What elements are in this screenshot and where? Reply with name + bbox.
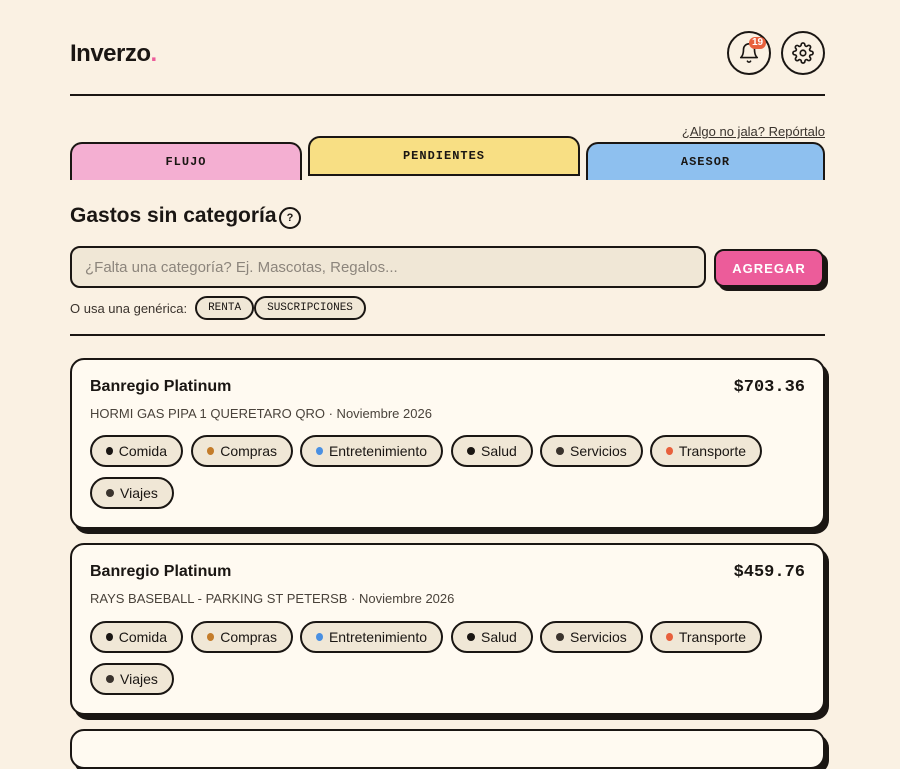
category-color-dot (106, 489, 114, 497)
category-color-dot (207, 633, 215, 641)
category-color-dot (316, 633, 323, 641)
new-category-input[interactable] (70, 246, 706, 288)
category-chip-entretenimiento[interactable]: Entretenimiento (300, 435, 443, 467)
notifications-button[interactable]: 19 (727, 31, 771, 75)
transaction-description: RAYS BASEBALL - PARKING ST PETERSB · Nov… (90, 591, 455, 606)
app-logo[interactable]: Inverzo. (70, 40, 157, 68)
settings-button[interactable] (781, 31, 825, 75)
transaction-amount: $459.76 (733, 563, 805, 582)
tab-pendientes[interactable]: PENDIENTES (308, 136, 580, 176)
category-chip-entretenimiento[interactable]: Entretenimiento (300, 621, 443, 653)
transaction-card (70, 729, 825, 769)
category-color-dot (207, 447, 215, 455)
category-chip-compras[interactable]: Compras (191, 621, 293, 653)
category-chip-viajes[interactable]: Viajes (90, 663, 174, 695)
category-color-dot (556, 633, 564, 641)
category-chip-servicios[interactable]: Servicios (540, 621, 643, 653)
category-color-dot (106, 447, 113, 455)
gear-icon (792, 42, 814, 64)
category-chip-transporte[interactable]: Transporte (650, 435, 762, 467)
add-category-button[interactable]: AGREGAR (714, 249, 824, 287)
section-title: Gastos sin categoría (70, 204, 277, 227)
transaction-description: HORMI GAS PIPA 1 QUERETARO QRO · Noviemb… (90, 406, 432, 421)
app-header: Inverzo. 19 (70, 28, 825, 96)
category-chip-transporte[interactable]: Transporte (650, 621, 762, 653)
transaction-card: Banregio Platinum $459.76 RAYS BASEBALL … (70, 543, 825, 715)
divider (70, 334, 825, 336)
tab-flujo[interactable]: FLUJO (70, 142, 302, 180)
generic-categories-row: O usa una genérica: RENTA SUSCRIPCIONES (70, 296, 366, 320)
category-color-dot (556, 447, 564, 455)
category-color-dot (467, 447, 475, 455)
category-chip-salud[interactable]: Salud (451, 621, 533, 653)
category-color-dot (666, 447, 673, 455)
category-color-dot (106, 633, 113, 641)
generic-option-suscripciones[interactable]: SUSCRIPCIONES (254, 296, 366, 320)
tab-asesor[interactable]: ASESOR (586, 142, 825, 180)
category-chip-servicios[interactable]: Servicios (540, 435, 643, 467)
category-chip-comida[interactable]: Comida (90, 435, 183, 467)
transaction-amount: $703.36 (733, 378, 805, 397)
account-name: Banregio Platinum (90, 563, 232, 580)
transaction-card: Banregio Platinum $703.36 HORMI GAS PIPA… (70, 358, 825, 529)
category-chip-compras[interactable]: Compras (191, 435, 293, 467)
generic-label: O usa una genérica: (70, 300, 188, 316)
help-icon[interactable]: ? (279, 207, 301, 229)
account-name: Banregio Platinum (90, 378, 232, 395)
category-color-dot (467, 633, 475, 641)
generic-option-renta[interactable]: RENTA (195, 296, 255, 320)
category-color-dot (666, 633, 673, 641)
category-chip-viajes[interactable]: Viajes (90, 477, 174, 509)
category-chip-comida[interactable]: Comida (90, 621, 183, 653)
notification-count-badge: 19 (749, 37, 767, 49)
category-chip-salud[interactable]: Salud (451, 435, 533, 467)
category-color-dot (106, 675, 114, 683)
category-color-dot (316, 447, 323, 455)
report-issue-link[interactable]: ¿Algo no jala? Repórtalo (682, 124, 825, 139)
